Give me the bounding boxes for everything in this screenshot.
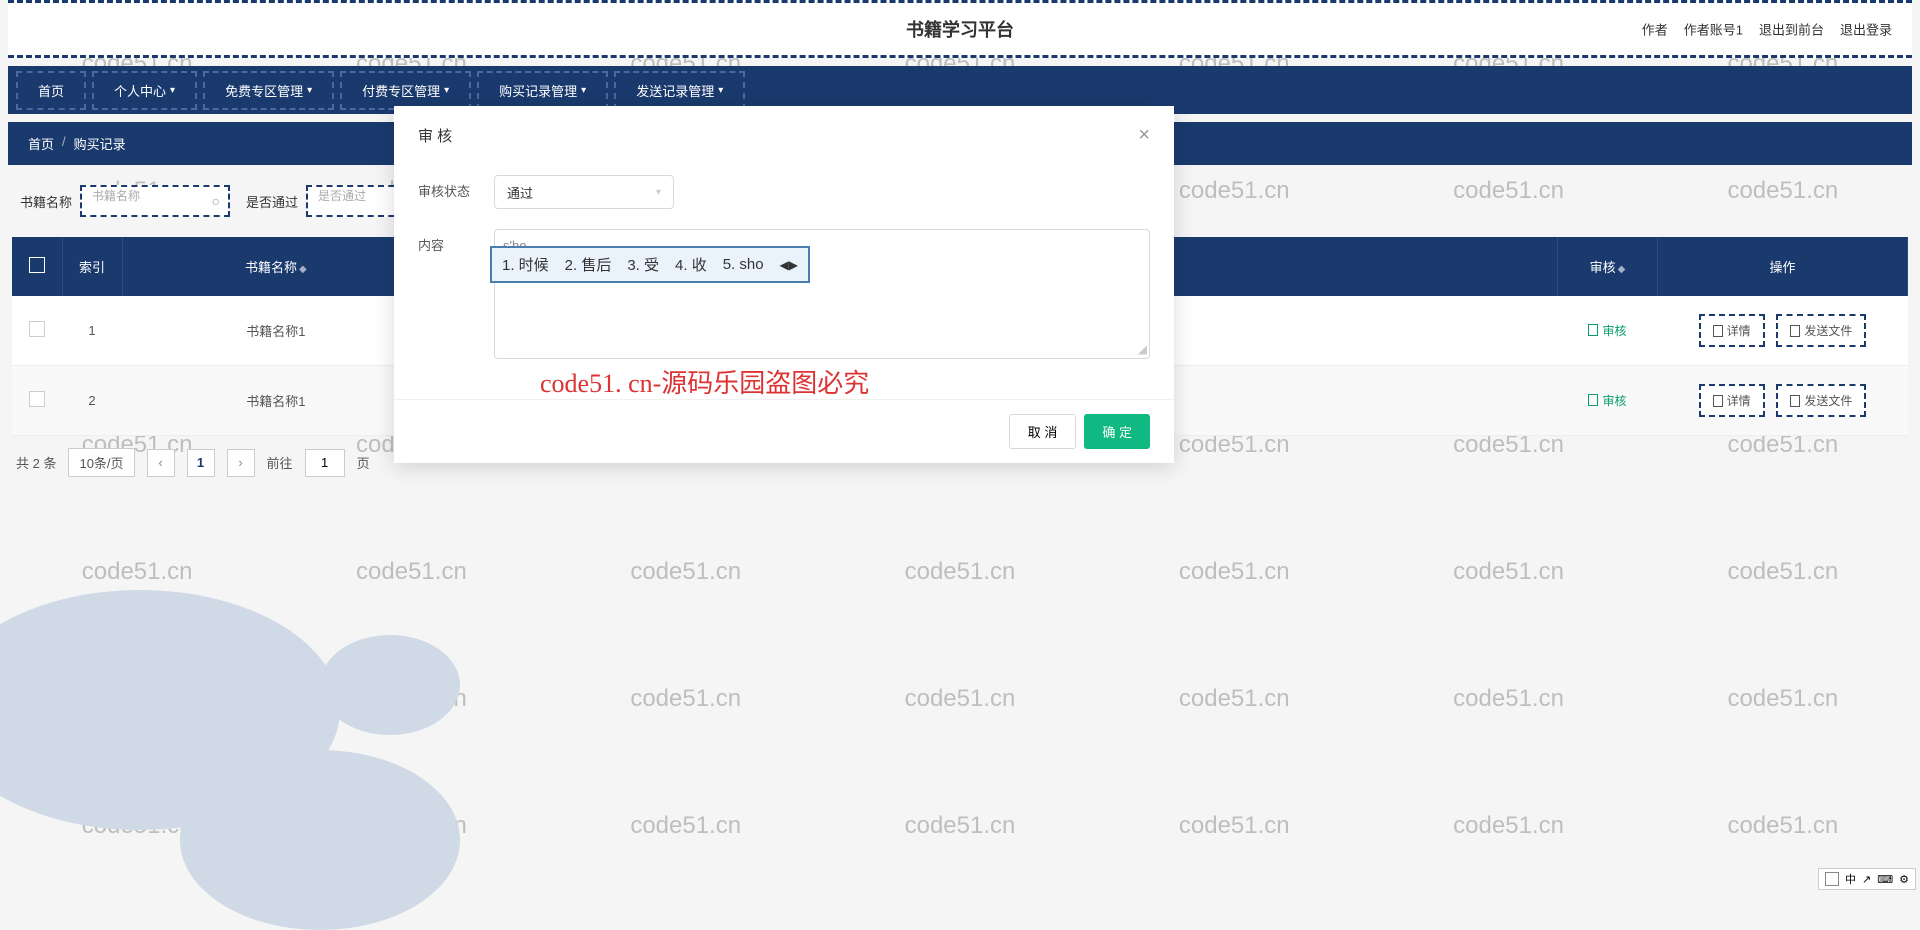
ime-candidate[interactable]: 2. 售后 bbox=[565, 254, 612, 275]
ime-candidate[interactable]: 3. 受 bbox=[627, 254, 659, 275]
content-label: 内容 bbox=[418, 229, 478, 254]
cancel-button[interactable]: 取 消 bbox=[1009, 414, 1077, 449]
modal-overlay: 审 核 × 审核状态 通过 ▾ 内容 s'ho ◢ 取 消 确 定 bbox=[0, 0, 1920, 890]
chevron-down-icon: ▾ bbox=[656, 187, 661, 198]
ime-popup: 1. 时候 2. 售后 3. 受 4. 收 5. sho ◀▶ bbox=[490, 246, 810, 283]
status-row: 审核状态 通过 ▾ bbox=[418, 175, 1150, 209]
status-select[interactable]: 通过 ▾ bbox=[494, 175, 674, 209]
modal-footer: 取 消 确 定 bbox=[394, 399, 1174, 463]
close-icon[interactable]: × bbox=[1138, 124, 1150, 147]
modal-header: 审 核 × bbox=[394, 106, 1174, 165]
review-modal: 审 核 × 审核状态 通过 ▾ 内容 s'ho ◢ 取 消 确 定 bbox=[394, 106, 1174, 463]
ime-nav-icon[interactable]: ◀▶ bbox=[780, 258, 798, 272]
ime-candidates[interactable]: 1. 时候 2. 售后 3. 受 4. 收 5. sho ◀▶ bbox=[490, 246, 810, 283]
confirm-button[interactable]: 确 定 bbox=[1084, 414, 1150, 449]
ime-candidate[interactable]: 1. 时候 bbox=[502, 254, 549, 275]
status-label: 审核状态 bbox=[418, 175, 478, 200]
resize-handle-icon[interactable]: ◢ bbox=[1138, 342, 1147, 356]
ime-candidate[interactable]: 5. sho bbox=[723, 256, 764, 273]
modal-title: 审 核 bbox=[418, 125, 452, 146]
ime-candidate[interactable]: 4. 收 bbox=[675, 254, 707, 275]
red-overlay-text: code51. cn-源码乐园盗图必究 bbox=[540, 363, 869, 400]
